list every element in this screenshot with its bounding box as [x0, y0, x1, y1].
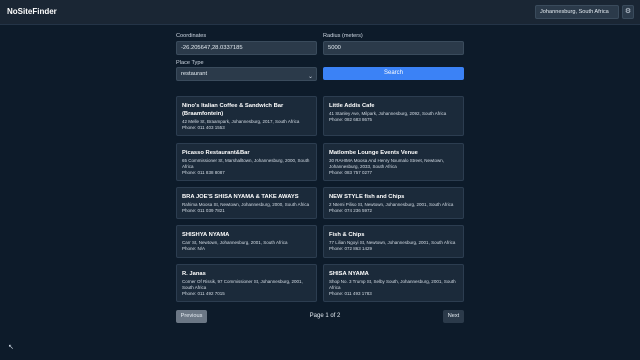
result-name: Picasso Restaurant&Bar	[182, 150, 250, 156]
place-type-label: Place Type	[176, 60, 204, 66]
result-address: Shop No. 3 Trump St, Selby South, Johann…	[329, 279, 456, 290]
place-type-select[interactable]: restaurant ⌄	[176, 67, 317, 81]
next-button[interactable]: Next	[443, 310, 464, 323]
place-type-value: restaurant	[181, 71, 208, 77]
result-address: 65 Commissioner St, Marshalltown, Johann…	[182, 158, 310, 169]
previous-button[interactable]: Previous	[176, 310, 207, 323]
result-card[interactable]: Nino's Italian Coffee & Sandwich Bar (Br…	[176, 96, 317, 136]
result-name: R. Janas	[182, 271, 206, 277]
result-card[interactable]: NEW STYLE fish and Chips 2 Ntemi Piliso …	[323, 187, 464, 219]
result-phone: Phone: N/A	[182, 246, 206, 251]
result-name: Little Addis Cafe	[329, 103, 375, 109]
result-name: NEW STYLE fish and Chips	[329, 194, 405, 200]
chevron-down-icon: ⌄	[307, 74, 313, 80]
radius-input[interactable]: 5000	[323, 41, 464, 55]
result-card[interactable]: SHISHYA NYAMA Carr St, Newtown, Johannes…	[176, 225, 317, 258]
gear-icon[interactable]: ⚙	[622, 5, 634, 19]
result-address: 30 RAHIMA Moosa And Henry Nxumalo Street…	[329, 158, 445, 169]
app-title: NoSiteFinder	[7, 7, 57, 16]
result-phone: Phone: 082 683 8675	[329, 117, 373, 122]
top-bar: NoSiteFinder Johannesburg, South Africa …	[0, 0, 640, 25]
page-indicator: Page 1 of 2	[309, 313, 341, 319]
result-phone: Phone: 011 838 8087	[182, 170, 225, 175]
result-card[interactable]: BRA JOE'S SHISA NYAMA & TAKE AWAYS Rahim…	[176, 187, 317, 219]
result-name: Matlombe Lounge Events Venue	[329, 150, 418, 156]
result-name: Fish & Chips	[329, 232, 365, 238]
result-phone: Phone: 011 492 7015	[182, 291, 225, 296]
coordinates-label: Coordinates	[176, 33, 207, 39]
framework-logo-icon[interactable]: ↖	[8, 343, 14, 351]
result-phone: Phone: 072 863 1429	[329, 246, 373, 251]
result-phone: Phone: 011 493 1783	[329, 291, 372, 296]
result-name: Nino's Italian Coffee & Sandwich Bar (Br…	[182, 103, 284, 117]
result-phone: Phone: 083 757 0277	[329, 170, 373, 175]
result-card[interactable]: Fish & Chips 77 Lilian Ngoyi St, Newtown…	[323, 225, 464, 258]
result-card[interactable]: Picasso Restaurant&Bar 65 Commissioner S…	[176, 143, 317, 181]
result-name: BRA JOE'S SHISA NYAMA & TAKE AWAYS	[182, 194, 299, 200]
result-phone: Phone: 011 039 7821	[182, 208, 225, 213]
result-phone: Phone: 011 403 1553	[182, 125, 225, 130]
coordinates-input[interactable]: -26.205647,28.0337185	[176, 41, 317, 55]
radius-label: Radius (meters)	[323, 33, 363, 39]
result-card[interactable]: Matlombe Lounge Events Venue 30 RAHIMA M…	[323, 143, 464, 181]
result-address: Corner Of Rissik, 97 Commissioner St, Jo…	[182, 279, 303, 290]
result-phone: Phone: 074 236 5972	[329, 208, 373, 213]
result-name: SHISA NYAMA	[329, 271, 369, 277]
result-card[interactable]: R. Janas Corner Of Rissik, 97 Commission…	[176, 264, 317, 302]
search-button[interactable]: Search	[323, 67, 464, 80]
result-card[interactable]: SHISA NYAMA Shop No. 3 Trump St, Selby S…	[323, 264, 464, 302]
result-name: SHISHYA NYAMA	[182, 232, 230, 238]
location-input[interactable]: Johannesburg, South Africa	[535, 5, 619, 19]
result-card[interactable]: Little Addis Cafe 41 Stanley Ave, Milpar…	[323, 96, 464, 136]
